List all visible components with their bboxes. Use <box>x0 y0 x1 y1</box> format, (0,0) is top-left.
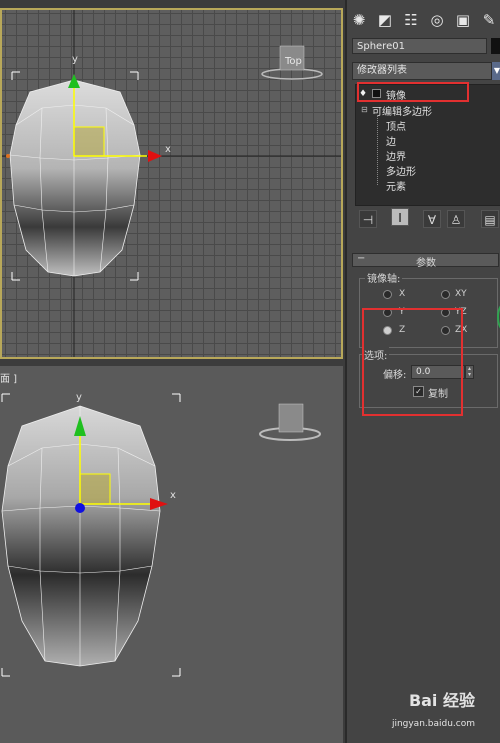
rollout-title: 参数 <box>416 258 436 269</box>
modifier-list-dropdown[interactable]: 修改器列表 <box>352 62 492 80</box>
chevron-down-icon[interactable]: ▼ <box>492 62 500 80</box>
show-end-result-button[interactable]: I <box>391 208 409 226</box>
top-viewport[interactable]: Top y x <box>0 8 343 359</box>
svg-text:Top: Top <box>284 56 302 67</box>
object-color-swatch[interactable] <box>491 38 500 54</box>
top-viewport-canvas: Top <box>2 10 341 357</box>
remove-modifier-button[interactable]: ♙ <box>447 210 465 228</box>
utilities-icon[interactable]: ✎ <box>479 10 499 30</box>
stack-item-editable-poly[interactable]: 可编辑多边形 <box>372 103 432 118</box>
perspective-viewport-canvas <box>1 393 321 677</box>
persp-axis-x-label: x <box>170 490 176 501</box>
watermark-url: jingyan.baidu.com <box>391 719 475 729</box>
viewcube-persp <box>259 403 321 441</box>
make-unique-button[interactable]: ∀ <box>423 210 441 228</box>
command-panel: ✺ ◩ ☷ ◎ ▣ ✎ Sphere01 修改器列表 ▼ ♦ 镜像 ⊟ 可编辑多… <box>345 0 500 743</box>
tree-line <box>377 115 379 185</box>
create-icon[interactable]: ✺ <box>349 10 369 30</box>
display-icon[interactable]: ▣ <box>453 10 473 30</box>
pin-stack-button[interactable]: ⊣ <box>359 210 377 228</box>
top-axis-x-label: x <box>165 144 171 155</box>
radio-label-x: X <box>399 289 406 299</box>
persp-axis-y-label: y <box>76 392 82 403</box>
head-model-top <box>9 79 141 277</box>
top-axis-y-label: y <box>72 54 78 65</box>
object-name-field[interactable]: Sphere01 <box>352 38 487 54</box>
modifier-stack: ♦ 镜像 ⊟ 可编辑多边形 顶点 边 边界 多边形 元素 <box>355 84 500 206</box>
radio-xy[interactable] <box>441 290 450 299</box>
rollout-header[interactable]: − 参数 <box>352 253 499 269</box>
radio-x[interactable] <box>383 290 392 299</box>
hierarchy-icon[interactable]: ☷ <box>401 10 421 30</box>
highlight-box-params <box>362 308 463 416</box>
stack-item-border[interactable]: 边界 <box>386 148 406 163</box>
stack-item-edge[interactable]: 边 <box>386 133 396 148</box>
viewcube-top: Top <box>261 45 323 80</box>
stack-item-polygon[interactable]: 多边形 <box>386 163 416 178</box>
radio-label-xy: XY <box>455 289 467 299</box>
highlight-box-stack <box>357 82 469 102</box>
collapse-icon: − <box>357 253 366 264</box>
expand-icon[interactable]: ⊟ <box>361 105 368 114</box>
modify-icon[interactable]: ◩ <box>375 10 395 30</box>
spinner-arrows-icon[interactable]: ▴ ▾ <box>465 365 474 379</box>
mirror-axis-label: 镜像轴: <box>365 270 403 285</box>
configure-modifier-sets-button[interactable]: ▤ <box>481 210 499 228</box>
perspective-viewport[interactable]: 面 ] y x <box>0 366 343 743</box>
head-model-persp <box>1 405 161 667</box>
stack-item-element[interactable]: 元素 <box>386 178 406 193</box>
motion-icon[interactable]: ◎ <box>427 10 447 30</box>
stack-item-vertex[interactable]: 顶点 <box>386 118 406 133</box>
watermark-brand: Bai 经验 <box>408 691 475 710</box>
